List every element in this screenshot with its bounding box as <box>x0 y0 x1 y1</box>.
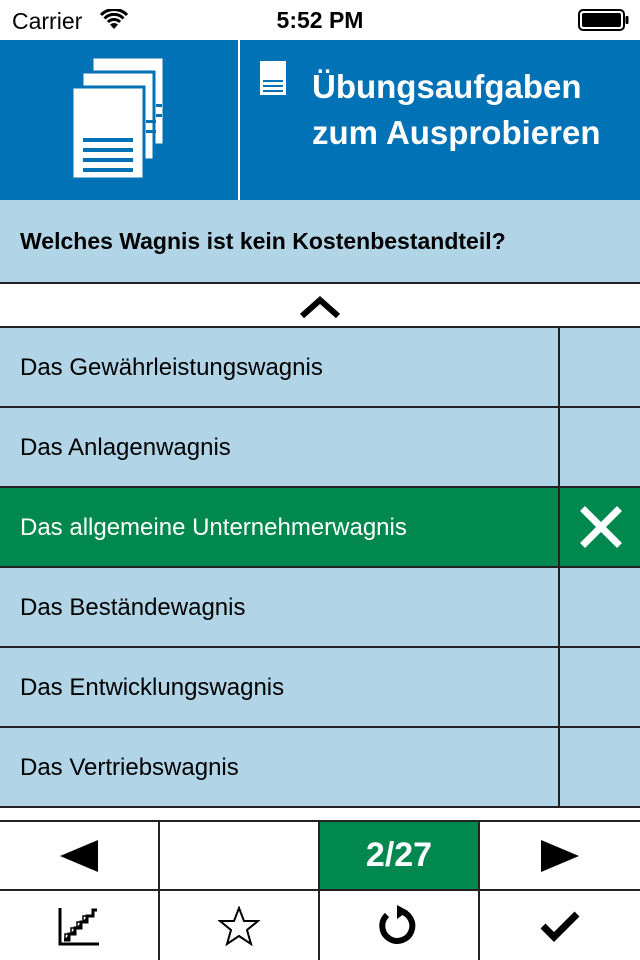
x-icon <box>580 506 622 548</box>
answer-list: Das Gewährleistungswagnis Das Anlagenwag… <box>0 328 640 808</box>
status-time: 5:52 PM <box>276 7 364 33</box>
answer-label: Das Anlagenwagnis <box>20 434 231 461</box>
app-header: Übungsaufgaben zum Ausprobieren <box>0 40 640 200</box>
answer-option-4[interactable]: Das Beständewagnis <box>0 568 640 648</box>
checkmark-icon <box>540 911 580 942</box>
answer-label: Das Beständewagnis <box>20 594 246 621</box>
list-bottom-separator <box>0 808 640 822</box>
page-title: Übungsaufgaben zum Ausprobieren <box>312 64 632 156</box>
page-title-line2: zum Ausprobieren <box>312 114 601 151</box>
empty-toolbar-cell <box>160 822 320 891</box>
page-title-line1: Übungsaufgaben <box>312 68 582 105</box>
battery-icon <box>578 9 629 31</box>
chart-icon <box>58 907 99 945</box>
scroll-up-button[interactable] <box>0 284 640 328</box>
answer-label: Das allgemeine Unternehmerwagnis <box>20 514 407 541</box>
answer-option-3[interactable]: Das allgemeine Unternehmerwagnis <box>0 488 640 568</box>
answer-mark-cell <box>558 408 640 486</box>
answer-mark-cell <box>558 648 640 726</box>
answer-label: Das Entwicklungswagnis <box>20 674 285 701</box>
statistics-button[interactable] <box>0 891 160 960</box>
header-divider <box>238 40 240 200</box>
answer-option-5[interactable]: Das Entwicklungswagnis <box>0 648 640 728</box>
next-button[interactable] <box>480 822 640 891</box>
answer-mark-cell <box>558 328 640 406</box>
answer-option-1[interactable]: Das Gewährleistungswagnis <box>0 328 640 408</box>
documents-icon <box>70 55 166 181</box>
documents-button[interactable] <box>0 40 238 200</box>
document-icon <box>260 61 286 95</box>
bottom-toolbar: 2/27 <box>0 822 640 960</box>
answer-label: Das Gewährleistungswagnis <box>20 354 323 381</box>
check-answer-button[interactable] <box>480 891 640 960</box>
question-counter: 2/27 <box>320 822 480 891</box>
answer-mark-cell <box>558 568 640 646</box>
answer-option-6[interactable]: Das Vertriebswagnis <box>0 728 640 808</box>
star-icon <box>218 905 260 946</box>
answer-mark-cell <box>558 488 640 566</box>
previous-button[interactable] <box>0 822 160 891</box>
status-bar: Carrier 5:52 PM <box>0 0 640 40</box>
chevron-up-icon <box>300 295 340 319</box>
arrow-left-icon <box>60 839 98 872</box>
arrow-right-icon <box>541 839 579 872</box>
reset-button[interactable] <box>320 891 480 960</box>
question-text: Welches Wagnis ist kein Kostenbestandtei… <box>0 200 640 284</box>
favorite-button[interactable] <box>160 891 320 960</box>
refresh-icon <box>379 904 416 944</box>
answer-option-2[interactable]: Das Anlagenwagnis <box>0 408 640 488</box>
answer-mark-cell <box>558 728 640 806</box>
answer-label: Das Vertriebswagnis <box>20 754 239 781</box>
